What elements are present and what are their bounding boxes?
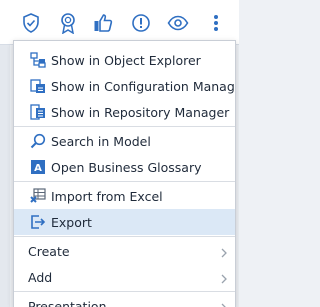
menu-item-label: Import from Excel (51, 188, 163, 204)
menu-item-show-in-object-explorer[interactable]: Show in Object Explorer (14, 47, 235, 73)
menu-item-show-in-repository-manager[interactable]: Show in Repository Manager (14, 99, 235, 125)
import-excel-icon (29, 187, 47, 205)
context-menu: Show in Object Explorer Show in Configur… (13, 40, 236, 307)
menu-item-label: Presentation (28, 298, 107, 307)
menu-item-create[interactable]: Create (14, 238, 235, 264)
menu-item-label: Create (28, 243, 70, 259)
object-toolbar (0, 0, 239, 45)
menu-item-search-in-model[interactable]: Search in Model (14, 128, 235, 154)
menu-separator (14, 291, 235, 292)
menu-item-presentation[interactable]: Presentation (14, 293, 235, 307)
alert-circle-icon[interactable] (130, 12, 152, 34)
menu-item-label: Export (51, 214, 92, 230)
menu-item-export[interactable]: Export (14, 209, 235, 235)
eye-icon[interactable] (167, 12, 189, 34)
search-icon (29, 132, 47, 150)
configuration-manager-icon (29, 77, 47, 95)
chevron-right-icon (221, 272, 227, 287)
more-vertical-icon[interactable] (205, 12, 227, 34)
menu-separator (14, 126, 235, 127)
background-panel (0, 45, 10, 307)
menu-item-label: Show in Configuration Manager (51, 78, 236, 94)
menu-item-show-in-configuration-manager[interactable]: Show in Configuration Manager (14, 73, 235, 99)
screen: Show in Object Explorer Show in Configur… (0, 0, 239, 307)
chevron-right-icon (221, 246, 227, 261)
chevron-right-icon (221, 301, 227, 307)
thumbs-up-icon[interactable] (92, 12, 114, 34)
menu-separator (14, 236, 235, 237)
menu-item-open-business-glossary[interactable]: A Open Business Glossary (14, 154, 235, 180)
menu-item-label: Open Business Glossary (51, 159, 202, 175)
svg-text:A: A (34, 163, 42, 174)
menu-separator (14, 181, 235, 182)
shield-check-icon[interactable] (20, 12, 42, 34)
menu-item-label: Show in Object Explorer (51, 52, 201, 68)
menu-item-label: Add (28, 269, 53, 285)
export-icon (29, 213, 47, 231)
award-ribbon-icon[interactable] (57, 12, 79, 34)
menu-item-label: Show in Repository Manager (51, 104, 230, 120)
menu-item-add[interactable]: Add (14, 264, 235, 290)
repository-manager-icon (29, 103, 47, 121)
object-explorer-icon (29, 51, 47, 69)
glossary-icon: A (29, 158, 47, 176)
menu-item-import-from-excel[interactable]: Import from Excel (14, 183, 235, 209)
menu-item-label: Search in Model (51, 133, 151, 149)
